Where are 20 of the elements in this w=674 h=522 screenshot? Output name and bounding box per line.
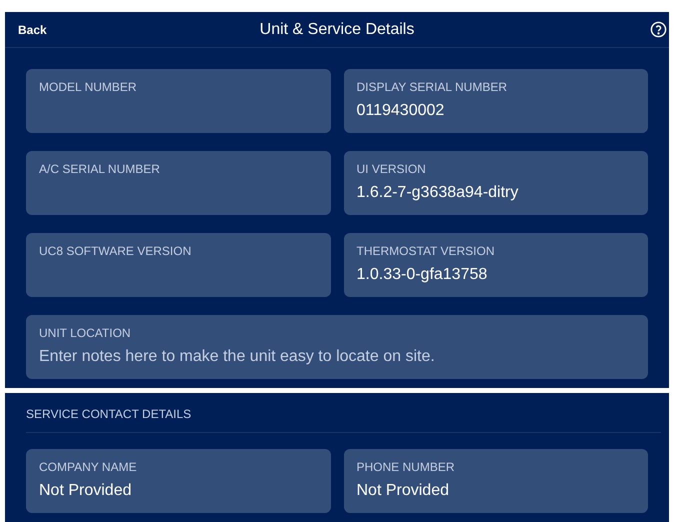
field-label: UC8 SOFTWARE VERSION: [39, 243, 192, 259]
screen-title: Unit & Service Details: [260, 20, 414, 40]
field-label: PHONE NUMBER: [356, 459, 456, 475]
field-value: Not Provided: [39, 481, 132, 501]
field-value: Not Provided: [356, 481, 450, 501]
field-label: UI VERSION: [356, 161, 427, 177]
back-button[interactable]: Back: [18, 20, 47, 38]
field-value: 1.0.33-0-gfa13758: [356, 265, 488, 285]
field-label: THERMOSTAT VERSION: [356, 243, 496, 259]
help-icon[interactable]: [650, 21, 667, 38]
section-title: SERVICE CONTACT DETAILS: [26, 406, 192, 423]
field-label: DISPLAY SERIAL NUMBER: [356, 79, 508, 95]
field-label: COMPANY NAME: [39, 459, 138, 475]
field-value: 1.6.2-7-g3638a94-ditry: [356, 183, 520, 203]
field-label: MODEL NUMBER: [39, 79, 138, 95]
field-label: A/C SERIAL NUMBER: [39, 161, 161, 177]
notes-input[interactable]: Enter notes here to make the unit easy to locate on site.: [39, 346, 635, 368]
field-value: 0119430002: [356, 101, 446, 121]
location-field[interactable]: UNIT LOCATION Enter notes here to make the unit easy to locate on site.: [26, 315, 648, 379]
field-label: UNIT LOCATION: [39, 325, 132, 341]
